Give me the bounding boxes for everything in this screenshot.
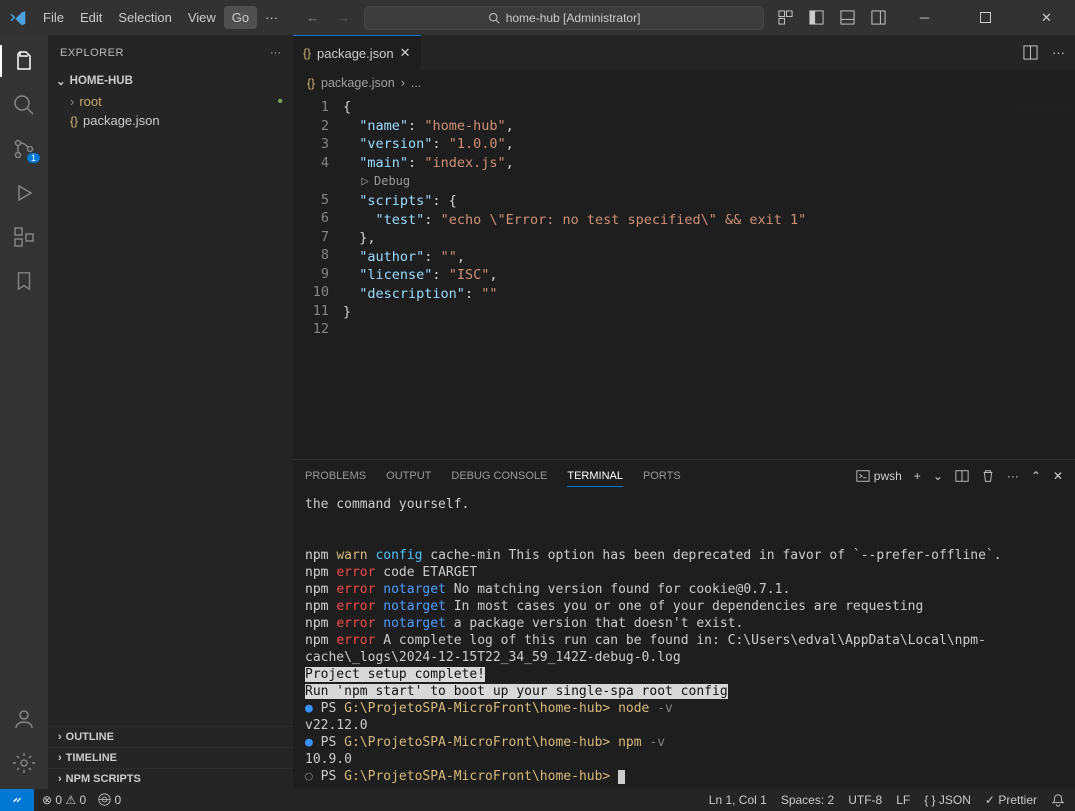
chevron-right-icon: › — [58, 773, 62, 785]
search-text: home-hub [Administrator] — [506, 11, 641, 25]
remote-button[interactable] — [0, 789, 34, 811]
panel-tab-ports[interactable]: PORTS — [643, 466, 681, 486]
debug-codelens[interactable]: Debug — [343, 172, 410, 191]
terminal-dropdown-icon[interactable]: ⌄ — [933, 469, 943, 483]
activity-bookmark-icon[interactable] — [0, 261, 48, 301]
window-close-icon[interactable]: ✕ — [1024, 0, 1069, 35]
status-eol[interactable]: LF — [896, 793, 910, 807]
terminal-new-icon[interactable]: + — [914, 469, 921, 483]
toggle-panel-icon[interactable] — [840, 10, 855, 25]
explorer-more-icon[interactable]: ··· — [270, 47, 281, 59]
activity-scm-icon[interactable]: 1 — [0, 129, 48, 169]
nav-forward-icon[interactable]: → — [337, 10, 350, 25]
status-ports[interactable]: 0 — [98, 793, 121, 807]
activity-settings-icon[interactable] — [0, 743, 48, 783]
status-prettier[interactable]: ✓ Prettier — [985, 793, 1037, 807]
terminal-content[interactable]: the command yourself. npm warn config ca… — [293, 492, 1075, 789]
json-file-icon: {} — [307, 76, 315, 90]
scm-badge: 1 — [27, 153, 40, 163]
json-file-icon: {} — [303, 46, 311, 60]
panel-tab-terminal[interactable]: TERMINAL — [567, 466, 623, 487]
activity-account-icon[interactable] — [0, 699, 48, 739]
tab-close-icon[interactable]: ✕ — [400, 45, 411, 61]
panel-tab-problems[interactable]: PROBLEMS — [305, 466, 366, 486]
menu-file[interactable]: File — [35, 6, 72, 29]
split-editor-icon[interactable] — [1023, 45, 1038, 60]
npm-scripts-panel[interactable]: ›NPM SCRIPTS — [48, 768, 293, 789]
editor-more-icon[interactable]: ··· — [1052, 45, 1065, 60]
status-notifications-icon[interactable] — [1051, 793, 1065, 807]
tree-file-package-json[interactable]: {} package.json — [48, 111, 293, 130]
tree-folder-root[interactable]: › root • — [48, 92, 293, 111]
menu-selection[interactable]: Selection — [110, 6, 179, 29]
toggle-sidebar-right-icon[interactable] — [871, 10, 886, 25]
chevron-right-icon: › — [58, 752, 62, 764]
panel-close-icon[interactable]: ✕ — [1053, 469, 1063, 483]
terminal-split-icon[interactable] — [955, 469, 969, 483]
menu-view[interactable]: View — [180, 6, 224, 29]
terminal-cursor — [618, 770, 625, 784]
editor-tab-package-json[interactable]: {} package.json ✕ — [293, 35, 421, 70]
status-errors[interactable]: ⊗ 0 ⚠ 0 — [42, 793, 86, 807]
json-file-icon: {} — [70, 114, 78, 128]
window-maximize-icon[interactable] — [963, 0, 1008, 35]
chevron-right-icon: › — [58, 731, 62, 743]
status-lncol[interactable]: Ln 1, Col 1 — [709, 793, 767, 807]
panel-tab-debug-console[interactable]: DEBUG CONSOLE — [451, 466, 547, 486]
timeline-panel[interactable]: ›TIMELINE — [48, 747, 293, 768]
outline-panel[interactable]: ›OUTLINE — [48, 726, 293, 747]
code-editor[interactable]: 123456789101112 { "name": "home-hub", "v… — [293, 96, 1075, 459]
layout-customize-icon[interactable] — [778, 10, 793, 25]
terminal-shell-label[interactable]: pwsh — [856, 469, 902, 483]
activity-search-icon[interactable] — [0, 85, 48, 125]
menu-edit[interactable]: Edit — [72, 6, 110, 29]
command-center[interactable]: home-hub [Administrator] — [364, 6, 764, 30]
window-minimize-icon[interactable]: ─ — [902, 0, 947, 35]
breadcrumb[interactable]: {} package.json › ... — [293, 70, 1075, 96]
panel-more-icon[interactable]: ··· — [1007, 469, 1019, 483]
minimap[interactable] — [1015, 98, 1073, 148]
menu-more-icon[interactable]: ··· — [257, 6, 286, 29]
vscode-logo-icon — [0, 9, 35, 26]
line-numbers: 123456789101112 — [293, 96, 343, 459]
toggle-sidebar-left-icon[interactable] — [809, 10, 824, 25]
menu-go[interactable]: Go — [224, 6, 257, 29]
bottom-panel: PROBLEMS OUTPUT DEBUG CONSOLE TERMINAL P… — [293, 459, 1075, 789]
status-spaces[interactable]: Spaces: 2 — [781, 793, 834, 807]
workspace-root[interactable]: ⌄ HOME-HUB — [48, 72, 293, 90]
chevron-right-icon: › — [70, 94, 74, 109]
panel-tab-output[interactable]: OUTPUT — [386, 466, 431, 486]
nav-back-icon[interactable]: ← — [306, 10, 319, 25]
activity-extensions-icon[interactable] — [0, 217, 48, 257]
explorer-title: EXPLORER — [60, 47, 124, 59]
chevron-down-icon: ⌄ — [56, 74, 66, 88]
status-encoding[interactable]: UTF-8 — [848, 793, 882, 807]
status-language[interactable]: { } JSON — [924, 793, 971, 807]
panel-maximize-icon[interactable]: ⌃ — [1031, 469, 1041, 483]
terminal-trash-icon[interactable] — [981, 469, 995, 483]
activity-debug-icon[interactable] — [0, 173, 48, 213]
activity-explorer-icon[interactable] — [0, 41, 48, 81]
